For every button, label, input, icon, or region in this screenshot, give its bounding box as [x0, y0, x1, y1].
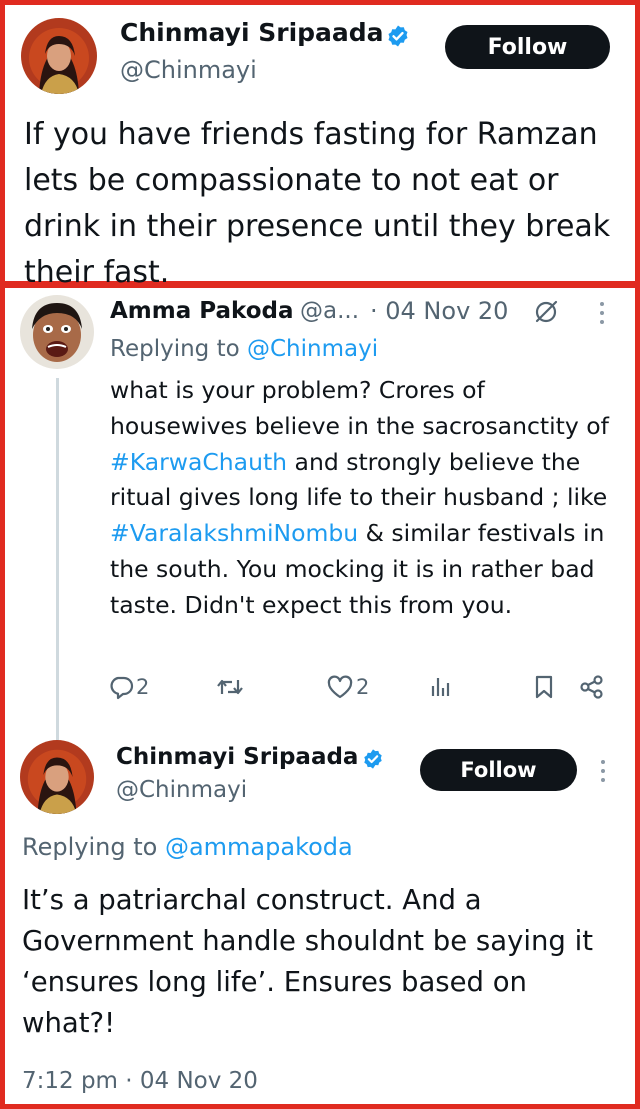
more-icon[interactable]: [598, 758, 608, 789]
follow-button[interactable]: Follow: [420, 749, 577, 791]
views-icon: [431, 678, 450, 696]
author-handle[interactable]: @Chinmayi: [120, 56, 257, 84]
tweet-text: what is your problem? Crores of housewiv…: [110, 373, 620, 624]
tweet-date[interactable]: · 04 Nov 20: [370, 297, 508, 325]
author-handle[interactable]: @a...: [300, 298, 359, 324]
retweet-icon: [217, 679, 243, 695]
verified-badge-icon: [364, 749, 382, 769]
verified-badge-icon: [388, 25, 408, 47]
replying-label: Replying to: [22, 833, 158, 861]
replying-handle-link[interactable]: @Chinmayi: [247, 336, 378, 362]
follow-button[interactable]: Follow: [445, 25, 610, 69]
replying-handle-link[interactable]: @ammapakoda: [165, 833, 353, 861]
bookmark-button[interactable]: [532, 674, 556, 700]
hashtag-link[interactable]: #KarwaChauth: [110, 448, 287, 476]
reply-button[interactable]: 2: [108, 674, 149, 700]
share-icon: [580, 675, 603, 699]
tweet-text-part: what is your problem? Crores of housewiv…: [110, 376, 609, 440]
retweet-button[interactable]: [216, 674, 244, 700]
like-count: 2: [356, 675, 370, 699]
tweet-text: If you have friends fasting for Ramzan l…: [24, 117, 611, 290]
reply-count: 2: [136, 675, 150, 699]
more-icon[interactable]: [597, 300, 607, 331]
reply-icon: [110, 676, 134, 700]
like-button[interactable]: 2: [326, 674, 369, 700]
avatar[interactable]: [20, 295, 94, 369]
edited-icon[interactable]: [532, 298, 560, 326]
author-name[interactable]: Amma Pakoda: [110, 298, 293, 324]
tweet-timestamp[interactable]: 7:12 pm · 04 Nov 20: [22, 1068, 258, 1094]
avatar[interactable]: [21, 18, 97, 94]
avatar[interactable]: [20, 740, 94, 814]
tweet-text: It’s a patriarchal construct. And a Gove…: [22, 884, 594, 1039]
views-button[interactable]: [428, 674, 452, 700]
avatar-photo: [21, 18, 97, 94]
replying-to: Replying to @ammapakoda: [22, 833, 353, 861]
like-icon: [327, 675, 353, 699]
replying-to: Replying to @Chinmayi: [110, 336, 378, 362]
share-button[interactable]: [578, 674, 606, 700]
author-name[interactable]: Chinmayi Sripaada: [120, 18, 384, 47]
bookmark-icon: [535, 675, 553, 699]
avatar-photo: [20, 740, 94, 814]
thread-line: [56, 378, 59, 740]
avatar-photo: [20, 295, 94, 369]
author-name[interactable]: Chinmayi Sripaada: [116, 744, 358, 770]
hashtag-link[interactable]: #VaralakshmiNombu: [110, 519, 358, 547]
author-handle[interactable]: @Chinmayi: [116, 777, 247, 803]
replying-label: Replying to: [110, 336, 240, 362]
